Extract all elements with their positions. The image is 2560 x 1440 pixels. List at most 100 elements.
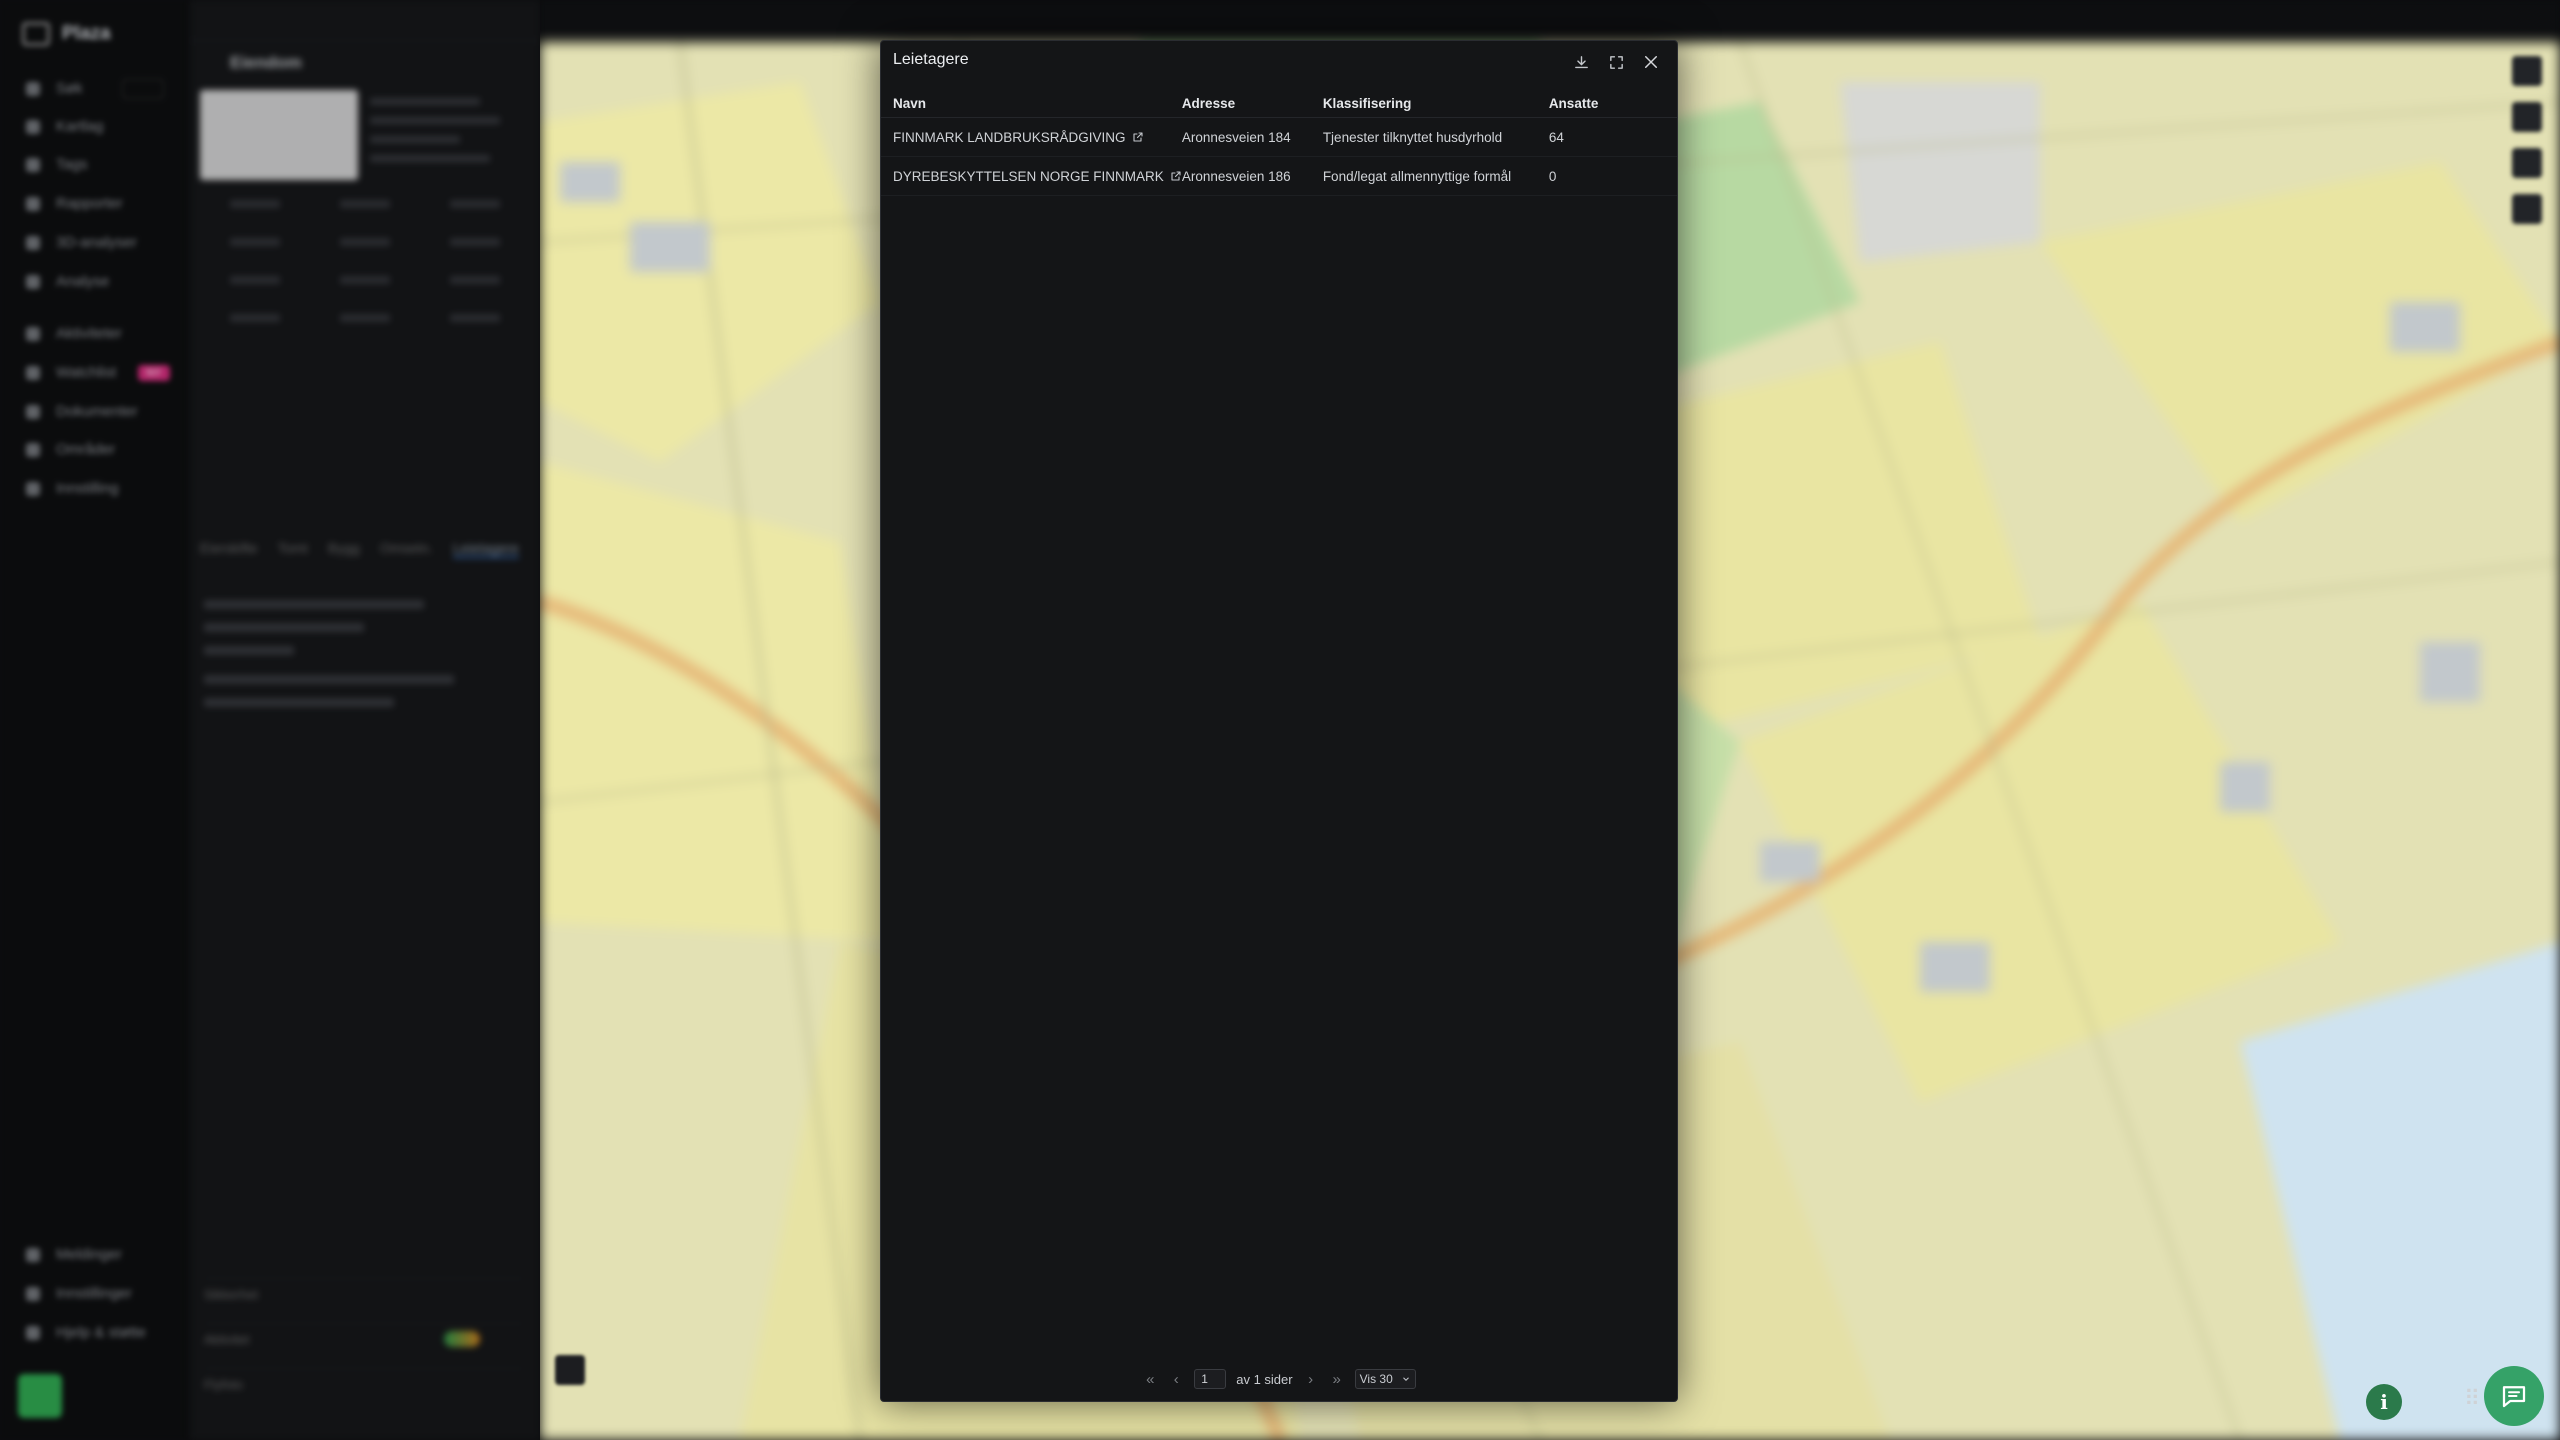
help-icon [26,1325,40,1340]
tab-transactions[interactable]: Omsetn. [380,540,433,558]
nav-item-layers[interactable]: Kartlag [26,118,104,135]
tenant-employees: 0 [1548,156,1677,196]
external-link-icon[interactable] [1132,131,1144,143]
tenant-address: Aronnesveien 184 [1181,117,1323,157]
tenant-name-cell[interactable]: FINNMARK LANDBRUKSRÅDGIVING [881,117,1182,157]
nav-item-tags[interactable]: Tags [26,156,88,173]
report-icon [26,196,40,211]
table-header-row: Navn Adresse Klassifisering Ansatte [881,89,1677,118]
chat-icon [2502,1386,2526,1408]
nav-item-analysis[interactable]: Analyse [26,273,109,290]
property-stats [200,200,530,322]
nav-item-search[interactable]: Søk [26,80,83,97]
panel-title: Eiendom [230,53,302,72]
table-row: FINNMARK LANDBRUKSRÅDGIVING Aronnesveien… [881,117,1677,157]
download-button[interactable] [1568,49,1594,75]
column-header-name[interactable]: Navn [881,89,1182,118]
last-page-button[interactable]: » [1329,1371,1345,1388]
tenant-name[interactable]: DYREBESKYTTELSEN NORGE FINNMARK [893,169,1164,184]
nav-item-areas[interactable]: Områder [26,441,115,458]
shortcut-hint [122,79,164,99]
eye-icon [26,365,40,380]
activity-toggle[interactable] [444,1331,480,1347]
tenant-name[interactable]: FINNMARK LANDBRUKSRÅDGIVING [893,130,1126,145]
tenants-dialog: Leietagere Navn Adresse Klassifisering A… [880,40,1678,1402]
property-panel: Eiendom Eierskifte Tomt Bygg Omsetn. Lei… [190,0,540,1440]
tab-plot[interactable]: Tomt [278,540,308,558]
search-icon [26,81,40,96]
nav-item-settings[interactable]: Innstilling [26,480,119,497]
bell-icon [26,1247,40,1262]
close-button[interactable] [1638,49,1664,75]
layers-icon [26,119,40,134]
map-scale-control[interactable] [555,1355,585,1385]
chat-button[interactable] [2484,1366,2544,1426]
next-page-button[interactable]: › [1303,1371,1319,1388]
panel-footer-photo[interactable]: Flyfoto [204,1368,524,1399]
nav-item-activities[interactable]: Aktiviteter [26,325,122,342]
table-row: DYREBESKYTTELSEN NORGE FINNMARK Aronnesv… [881,156,1677,196]
document-icon [26,404,40,419]
property-thumbnail[interactable] [200,90,358,180]
tenant-classification: Fond/legat allmennyttige formål [1322,156,1549,196]
nav-item-3d[interactable]: 3D-analyser [26,234,137,251]
new-badge: NY [138,364,170,381]
map-layer-button[interactable] [2512,56,2542,86]
column-header-classification[interactable]: Klassifisering [1322,89,1549,118]
previous-page-button[interactable]: ‹ [1168,1371,1184,1388]
tenant-employees: 64 [1548,117,1677,157]
dialog-title: Leietagere [893,51,969,68]
tab-building[interactable]: Bygg [328,540,360,558]
nav-item-reports[interactable]: Rapporter [26,195,123,212]
logo-icon [22,22,50,46]
column-header-address[interactable]: Adresse [1181,89,1323,118]
brand[interactable]: Plaza [22,22,111,46]
analysis-icon [26,274,40,289]
settings-icon [26,481,40,496]
nav-item-preferences[interactable]: Innstillinger [26,1285,132,1302]
external-link-icon[interactable] [1170,170,1182,182]
avatar[interactable] [18,1374,62,1418]
tenant-preview-list [204,600,524,721]
panel-tabbar [190,0,540,41]
tag-icon [26,157,40,172]
page-size-label: Vis 30 [1359,1372,1393,1386]
nav-item-messages[interactable]: Meldinger [26,1246,122,1263]
tenant-address: Aronnesveien 186 [1181,156,1323,196]
map-compass-button[interactable] [2512,194,2542,224]
nav-item-watchlist[interactable]: Watchlist NY [26,364,170,381]
panel-footer-security[interactable]: Sikkerhet [204,1278,524,1309]
info-icon: i [2380,1390,2388,1414]
gear-icon [26,1286,40,1301]
expand-button[interactable] [1603,49,1629,75]
tab-ownership[interactable]: Eierskifte [200,540,258,558]
panel-footer-activity[interactable]: Aktivitet [204,1323,524,1354]
tenant-name-cell[interactable]: DYREBESKYTTELSEN NORGE FINNMARK [881,156,1182,196]
info-button[interactable]: i [2366,1384,2402,1420]
main-navigation: Plaza Søk Kartlag Tags Rapporter 3D-anal… [0,0,190,1440]
nav-item-documents[interactable]: Dokumenter [26,403,138,420]
tenant-classification: Tjenester tilknyttet husdyrhold [1322,117,1549,157]
map-measure-button[interactable] [2512,102,2542,132]
first-page-button[interactable]: « [1142,1371,1158,1388]
user-info [72,1374,76,1414]
panel-tabs: Eierskifte Tomt Bygg Omsetn. Leietagere [200,540,530,558]
activity-icon [26,326,40,341]
download-icon [1574,55,1588,68]
nav-item-help[interactable]: Hjelp & støtte [26,1324,146,1341]
area-icon [26,442,40,457]
map-zoom-button[interactable] [2512,148,2542,178]
page-size-select[interactable]: Vis 30 [1354,1369,1416,1389]
pagination: « ‹ av 1 sider › » Vis 30 [881,1369,1677,1389]
map-controls [2512,56,2542,240]
cube-icon [26,235,40,250]
chevron-down-icon [1402,1377,1409,1381]
expand-icon [1609,55,1623,69]
property-summary [370,98,520,174]
column-header-employees[interactable]: Ansatte [1548,89,1677,118]
close-icon [1645,56,1657,68]
tab-tenants[interactable]: Leietagere [452,540,519,558]
tenants-table: Navn Adresse Klassifisering Ansatte FINN… [881,89,1677,196]
page-number-input[interactable] [1194,1369,1227,1389]
drag-handle-icon[interactable]: ⠿ [2464,1386,2480,1412]
